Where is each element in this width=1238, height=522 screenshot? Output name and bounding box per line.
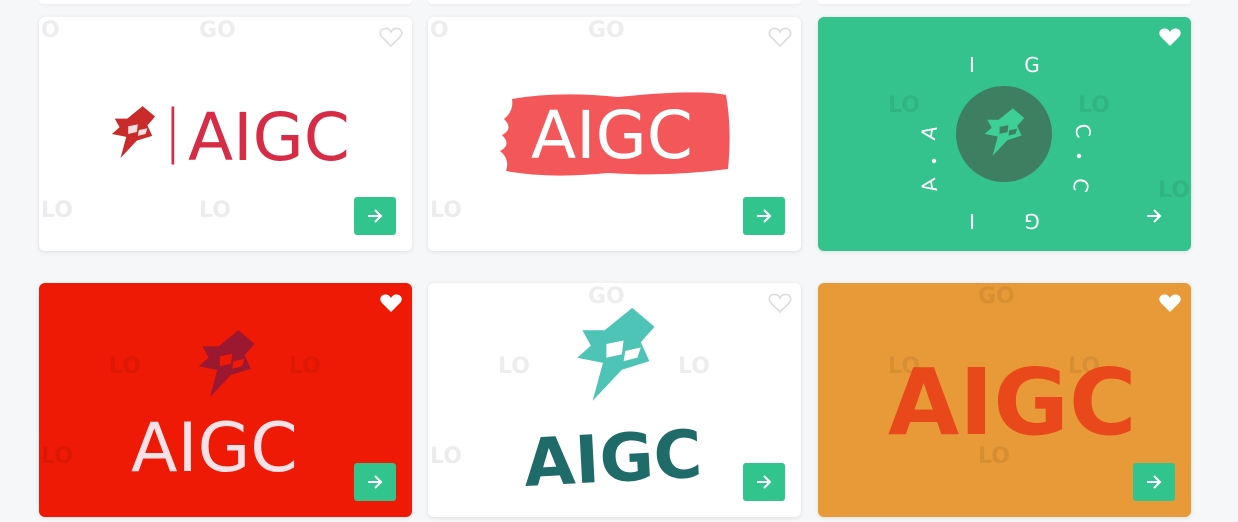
heart-icon[interactable] — [379, 26, 403, 48]
svg-text:O: O — [430, 18, 449, 43]
ring-letter: A — [916, 124, 942, 142]
open-button[interactable] — [354, 463, 396, 501]
open-button[interactable] — [743, 197, 785, 235]
arrow-right-icon — [1147, 209, 1162, 223]
logo-card-3[interactable]: LO LO LO I G A C A C I G — [818, 17, 1191, 251]
svg-text:LO: LO — [430, 198, 462, 223]
ring-letter: G — [1024, 53, 1040, 77]
heart-icon[interactable] — [1158, 292, 1182, 314]
heart-icon[interactable] — [379, 292, 403, 314]
arrow-right-icon — [368, 209, 383, 223]
ring-letter: I — [969, 53, 975, 77]
svg-text:GO: GO — [978, 284, 1015, 309]
arrow-right-icon — [757, 475, 772, 489]
arrow-right-icon — [368, 475, 383, 489]
heart-icon[interactable] — [768, 26, 792, 48]
svg-text:LO: LO — [199, 198, 231, 223]
arrow-right-icon — [1147, 475, 1162, 489]
svg-text:LO: LO — [41, 444, 73, 469]
logo-wordmark: AIGC — [131, 409, 298, 488]
heart-icon[interactable] — [768, 292, 792, 314]
emblem-logo — [198, 330, 255, 398]
emblem-logo — [111, 106, 156, 158]
letter-ring: I G A C A C I G — [916, 53, 1096, 233]
logo-card-1[interactable]: O GO LO LO | AIGC — [39, 17, 412, 251]
logo-card-2[interactable]: O GO LO AIGC — [428, 17, 801, 251]
logo-separator: | — [163, 97, 183, 165]
previous-row-edge — [0, 0, 1238, 6]
ring-letter: C — [1070, 122, 1096, 140]
open-button[interactable] — [743, 463, 785, 501]
logo-wordmark: AIGC — [531, 97, 693, 174]
heart-icon[interactable] — [1158, 26, 1182, 48]
emblem-logo — [577, 307, 655, 401]
svg-text:LO: LO — [109, 354, 141, 379]
open-button[interactable] — [1133, 463, 1175, 501]
arrow-right-icon — [757, 209, 772, 223]
svg-text:GO: GO — [588, 18, 625, 43]
ring-letter: G — [1024, 209, 1040, 233]
svg-text:O: O — [41, 18, 60, 43]
logo-card-4[interactable]: LO LO LO AIGC — [39, 283, 412, 517]
svg-text:LO: LO — [289, 354, 321, 379]
ring-letter: C — [1068, 176, 1094, 194]
svg-text:LO: LO — [498, 354, 530, 379]
logo-card-6[interactable]: GO LO LO LO AIGC — [818, 283, 1191, 517]
logo-wordmark: AIGC — [188, 99, 350, 176]
open-button[interactable] — [1133, 197, 1175, 235]
open-button[interactable] — [354, 197, 396, 235]
logo-wordmark: AIGC — [888, 349, 1137, 456]
logo-wordmark: AIGC — [521, 415, 705, 502]
svg-text:LO: LO — [41, 198, 73, 223]
logo-card-5[interactable]: GO LO LO LO AIGC — [428, 283, 801, 517]
svg-text:GO: GO — [199, 18, 236, 43]
svg-text:LO: LO — [678, 354, 710, 379]
ring-letter: A — [916, 176, 942, 194]
svg-text:LO: LO — [430, 444, 462, 469]
ring-letter: I — [969, 209, 975, 233]
